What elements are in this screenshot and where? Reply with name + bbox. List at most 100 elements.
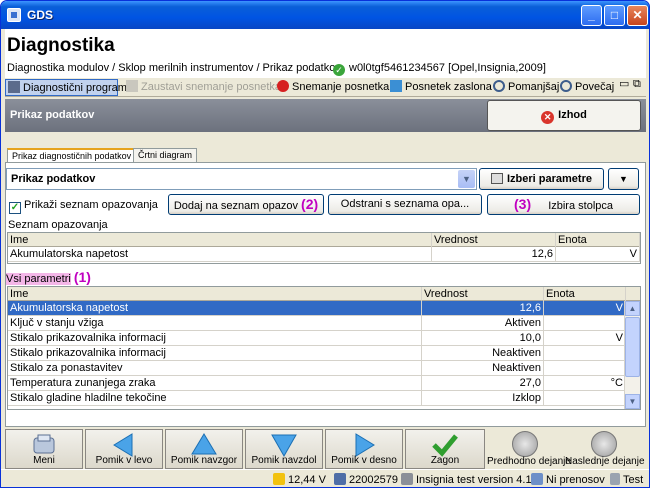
previous-action-button[interactable]: Predhodno dejanje xyxy=(487,429,571,469)
checkmark-icon: ✓ xyxy=(9,202,21,214)
vertical-scrollbar[interactable]: ▲ ▼ xyxy=(624,301,640,409)
check-icon: ✓ xyxy=(333,64,345,76)
restore-icon[interactable]: ▭ xyxy=(617,76,629,93)
menu-label: Meni xyxy=(33,455,55,466)
zoom-in-button[interactable]: Povečaj xyxy=(558,79,614,96)
all-params-heading: Vsi parametri (1) xyxy=(6,269,91,285)
version-label: Insignia test version 4.1 xyxy=(416,474,532,486)
table-row[interactable]: Akumulatorska napetost 12,6 V xyxy=(8,247,640,262)
cell-name: Akumulatorska napetost xyxy=(8,247,432,262)
view-select-value: Prikaz podatkov xyxy=(11,173,96,185)
zoom-out-button[interactable]: Pomanjšaj xyxy=(491,79,559,96)
table-row[interactable]: Stikalo za ponastavitev Neaktiven xyxy=(8,361,626,376)
cell-value: 12,6 xyxy=(422,301,544,316)
exit-button[interactable]: ✕ Izhod xyxy=(487,100,641,131)
remove-watch-label: Odstrani s seznama opa... xyxy=(340,198,470,210)
all-params-table: Ime Vrednost Enota Akumulatorska napetos… xyxy=(7,286,641,410)
maximize-button[interactable]: □ xyxy=(604,5,625,26)
cell-name: Stikalo prikazovalnika informacij xyxy=(8,331,422,346)
annotation-3: (3) xyxy=(514,196,532,212)
diag-program-label: Diagnostični program xyxy=(23,82,127,94)
stop-recording-label: Zaustavi snemanje posnetka xyxy=(141,81,282,93)
minimize-button[interactable]: _ xyxy=(581,5,602,26)
device-icon xyxy=(334,473,346,485)
menu-button[interactable]: Meni xyxy=(5,429,83,469)
all-params-header: Ime Vrednost Enota xyxy=(8,287,640,301)
mode-label: Test xyxy=(623,474,644,486)
status-bar: 12,44 V 22002579 Insignia test version 4… xyxy=(1,469,649,487)
col-value[interactable]: Vrednost xyxy=(432,233,556,247)
col-unit[interactable]: Enota xyxy=(544,287,626,301)
start-button[interactable]: Zagon xyxy=(405,429,485,469)
show-watchlist-checkbox[interactable]: ✓ Prikaži seznam opazovanja xyxy=(9,198,158,214)
col-name[interactable]: Ime xyxy=(8,287,422,301)
select-column-button[interactable]: (3) Izbira stolpca xyxy=(487,194,640,215)
select-params-button[interactable]: Izberi parametre xyxy=(479,168,604,190)
scroll-thumb[interactable] xyxy=(625,317,640,377)
parameters-icon xyxy=(491,173,503,184)
next-action-button[interactable]: Naslednje dejanje xyxy=(565,429,645,469)
diag-program-button[interactable]: Diagnostični program xyxy=(5,79,127,96)
table-row[interactable]: Stikalo prikazovalnika informacij Neakti… xyxy=(8,346,626,361)
previous-action-label: Predhodno dejanje xyxy=(487,456,571,467)
zoom-out-label: Pomanjšaj xyxy=(508,81,560,93)
move-down-button[interactable]: Pomik navzdol xyxy=(245,429,323,469)
zoom-out-icon xyxy=(493,80,505,92)
close-button[interactable]: ✕ xyxy=(627,5,648,26)
scroll-down-icon[interactable]: ▼ xyxy=(625,394,640,409)
screenshot-label: Posnetek zaslona xyxy=(405,81,492,93)
voltage-value: 12,44 V xyxy=(288,474,326,486)
annotation-1: (1) xyxy=(73,269,91,285)
version-status: Insignia test version 4.1 xyxy=(401,473,532,486)
col-unit[interactable]: Enota xyxy=(556,233,640,247)
cell-unit xyxy=(544,361,626,376)
transfer-icon xyxy=(531,473,543,485)
cell-unit xyxy=(544,316,626,331)
chevron-down-icon[interactable]: ▼ xyxy=(458,170,475,188)
exit-icon: ✕ xyxy=(541,111,555,124)
col-value[interactable]: Vrednost xyxy=(422,287,544,301)
previous-icon xyxy=(512,431,538,457)
cell-unit xyxy=(544,391,626,406)
move-right-button[interactable]: Pomik v desno xyxy=(325,429,403,469)
next-icon xyxy=(591,431,617,457)
table-row[interactable]: Akumulatorska napetost 12,6 V xyxy=(8,301,626,316)
remove-watch-button[interactable]: Odstrani s seznama opa... xyxy=(328,194,482,215)
window-title: GDS xyxy=(27,8,54,22)
stop-icon xyxy=(126,80,138,92)
more-options-button[interactable]: ▼ xyxy=(608,168,639,190)
move-right-label: Pomik v desno xyxy=(331,455,397,466)
move-up-button[interactable]: Pomik navzgor xyxy=(165,429,243,469)
cell-value: 12,6 xyxy=(432,247,556,262)
device-status: 22002579 xyxy=(334,473,398,486)
add-watch-button[interactable]: Dodaj na seznam opazov (2) xyxy=(168,194,324,215)
select-column-label: Izbira stolpca xyxy=(548,200,613,212)
transfer-label: Ni prenosov xyxy=(546,474,605,486)
watchlist-table: Ime Vrednost Enota Akumulatorska napetos… xyxy=(7,232,641,264)
cell-value: 27,0 xyxy=(422,376,544,391)
col-name[interactable]: Ime xyxy=(8,233,432,247)
breadcrumb: Diagnostika modulov / Sklop merilnih ins… xyxy=(7,62,341,74)
tab-line-chart[interactable]: Črtni diagram xyxy=(133,148,198,163)
mode-status: Test xyxy=(610,473,643,486)
cell-value: Izklop xyxy=(422,391,544,406)
undock-icon[interactable]: ⧉ xyxy=(631,76,641,93)
stop-recording-button[interactable]: Zaustavi snemanje posnetka xyxy=(124,79,281,96)
add-watch-label: Dodaj na seznam opazov xyxy=(173,200,298,212)
view-select[interactable]: Prikaz podatkov ▼ xyxy=(6,168,477,190)
zoom-in-label: Povečaj xyxy=(575,81,615,93)
zoom-in-icon xyxy=(560,80,572,92)
recording-button[interactable]: Snemanje posnetka xyxy=(275,79,389,96)
cell-value: Aktiven xyxy=(422,316,544,331)
title-bar[interactable]: GDS _ □ ✕ xyxy=(1,1,649,29)
cell-unit: V xyxy=(544,331,626,346)
move-left-label: Pomik v levo xyxy=(95,455,153,466)
screenshot-button[interactable]: Posnetek zaslona xyxy=(388,79,492,96)
table-row[interactable]: Ključ v stanju vžiga Aktiven xyxy=(8,316,626,331)
move-left-button[interactable]: Pomik v levo xyxy=(85,429,163,469)
table-row[interactable]: Stikalo prikazovalnika informacij 10,0 V xyxy=(8,331,626,346)
table-row[interactable]: Stikalo gladine hladilne tekočine Izklop xyxy=(8,391,626,406)
table-row[interactable]: Temperatura zunanjega zraka 27,0 °C xyxy=(8,376,626,391)
diagnostic-icon xyxy=(8,81,20,93)
scroll-up-icon[interactable]: ▲ xyxy=(625,301,640,316)
